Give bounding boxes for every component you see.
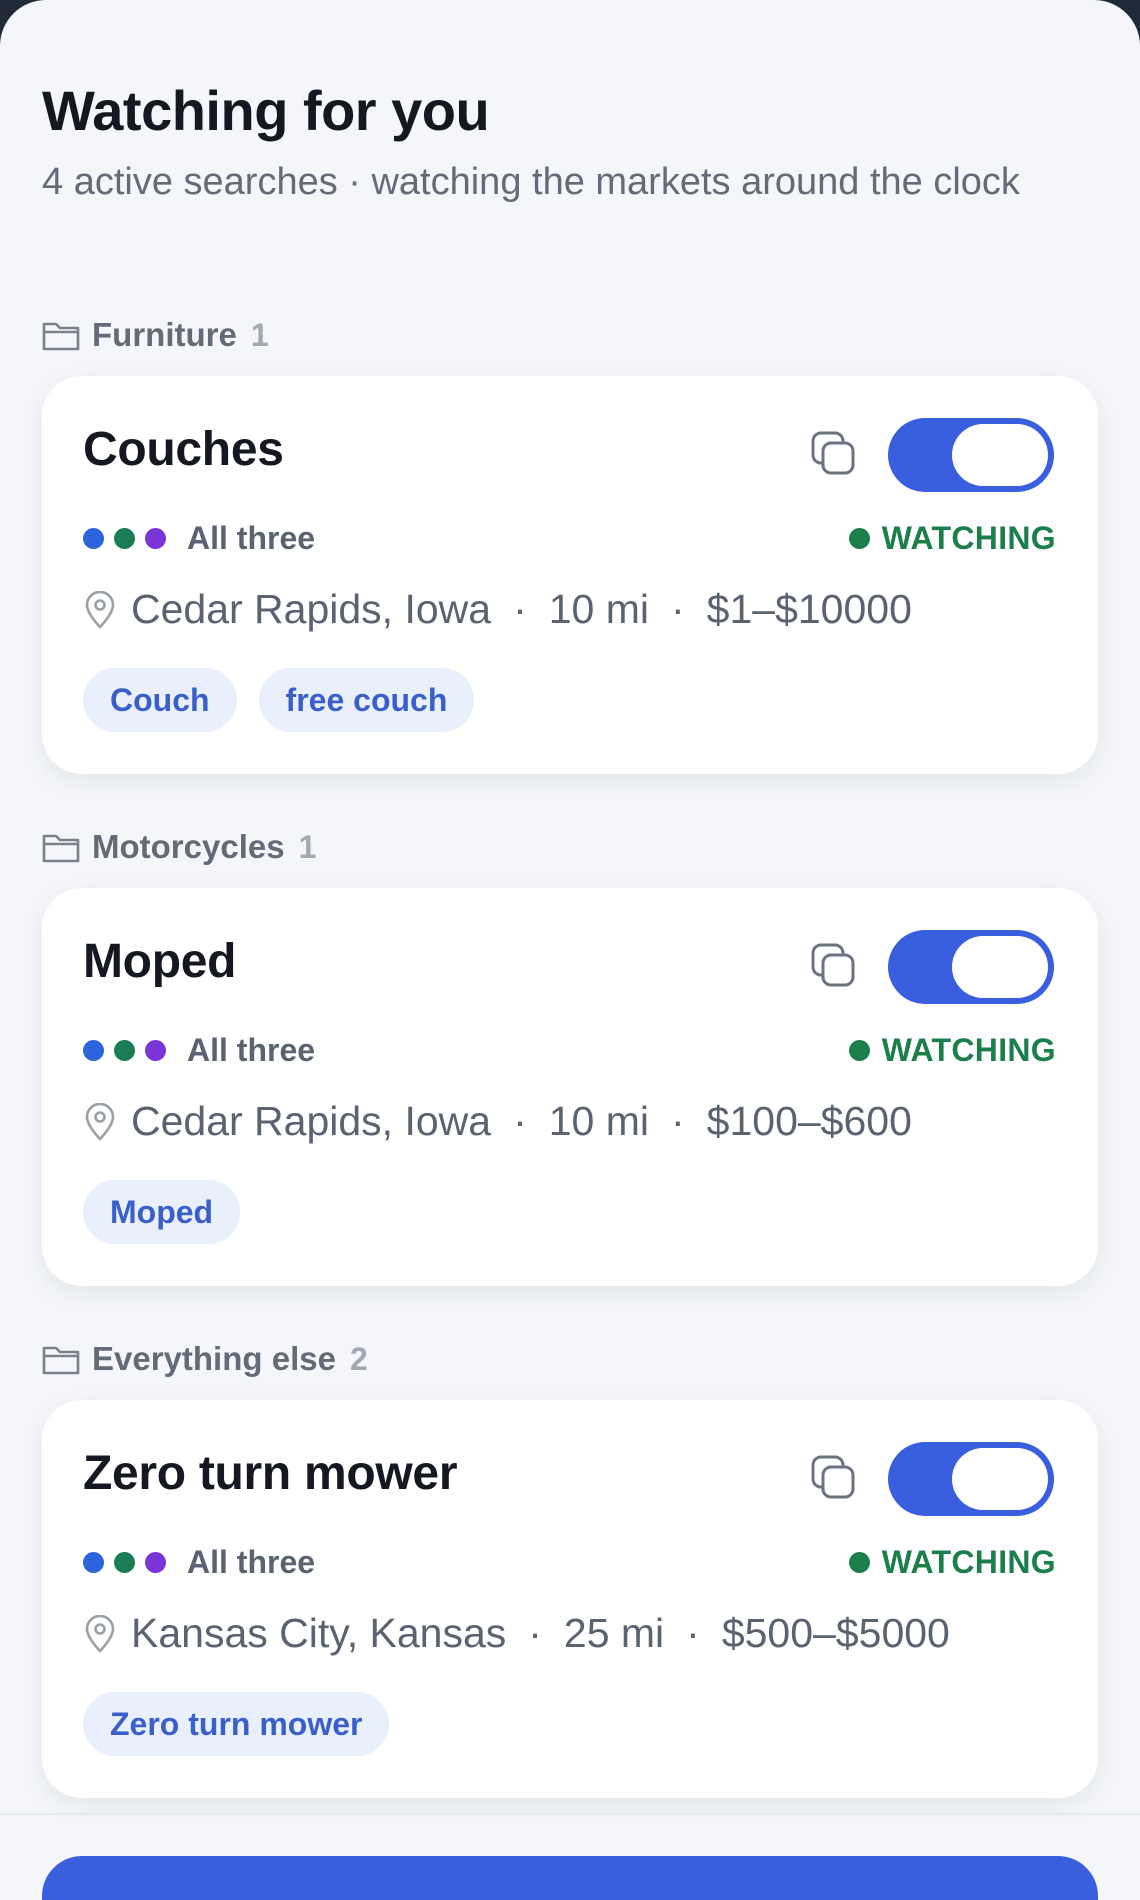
- location-text: Cedar Rapids, Iowa: [131, 1098, 492, 1144]
- radius-text: 10 mi: [548, 586, 649, 632]
- separator: ·: [671, 1098, 685, 1144]
- status-text: WATCHING: [881, 1032, 1056, 1068]
- duplicate-button[interactable]: [808, 1452, 858, 1502]
- group-name: Furniture: [92, 316, 237, 353]
- keyword-chips: Zero turn mower: [83, 1692, 390, 1756]
- status-dot: [848, 1040, 870, 1061]
- status-text: WATCHING: [881, 520, 1056, 556]
- copy-icon: [811, 431, 855, 475]
- separator: ·: [513, 1098, 527, 1144]
- keyword-chips: Moped: [83, 1180, 241, 1244]
- group-name: Everything else: [92, 1340, 336, 1377]
- keyword-chip[interactable]: Moped: [83, 1180, 241, 1244]
- page-subtitle: 4 active searches · watching the markets…: [42, 161, 1020, 203]
- toggle-knob: [952, 1448, 1048, 1510]
- status-badge: WATCHING: [848, 1544, 1056, 1581]
- separator: ·: [528, 1610, 542, 1656]
- location-pin-icon: [85, 1102, 115, 1141]
- radius-text: 25 mi: [563, 1610, 665, 1656]
- group-count: 1: [298, 828, 317, 865]
- watchlist-screen: Watching for you 4 active searches · wat…: [0, 0, 1140, 1900]
- group-name: Motorcycles: [92, 828, 285, 865]
- search-card-moped[interactable]: Moped All three WATCHING Cedar Rapids, I…: [42, 888, 1098, 1286]
- copy-icon: [811, 1455, 855, 1499]
- price-range-text: $1–$10000: [706, 586, 912, 632]
- status-badge: WATCHING: [848, 1032, 1056, 1069]
- radius-text: 10 mi: [548, 1098, 649, 1144]
- search-title: Couches: [83, 423, 284, 476]
- sources-label: All three: [187, 1544, 316, 1580]
- source-dot-green: [114, 1552, 135, 1573]
- keyword-chip[interactable]: free couch: [258, 668, 475, 732]
- source-dot-blue: [83, 1552, 104, 1573]
- group-header-everything-else: Everything else 2: [42, 1335, 368, 1383]
- group-count: 2: [349, 1340, 368, 1377]
- source-dot-blue: [83, 528, 104, 549]
- price-range-text: $500–$5000: [721, 1610, 950, 1656]
- search-title: Moped: [83, 935, 237, 988]
- folder-icon: [42, 322, 80, 351]
- search-details: Cedar Rapids, Iowa · 10 mi · $1–$10000: [83, 586, 912, 633]
- location-text: Kansas City, Kansas: [131, 1610, 507, 1656]
- location-pin-icon: [85, 1614, 115, 1653]
- folder-icon: [42, 1346, 80, 1375]
- group-header-furniture: Furniture 1: [42, 311, 269, 359]
- duplicate-button[interactable]: [808, 428, 858, 478]
- search-title: Zero turn mower: [83, 1447, 458, 1500]
- search-details: Cedar Rapids, Iowa · 10 mi · $100–$600: [83, 1098, 912, 1145]
- group-header-motorcycles: Motorcycles 1: [42, 823, 316, 871]
- source-dots: [83, 1552, 166, 1573]
- source-dots: [83, 528, 166, 549]
- source-dot-purple: [145, 528, 166, 549]
- source-dot-blue: [83, 1040, 104, 1061]
- watch-toggle[interactable]: [888, 1442, 1054, 1516]
- watch-toggle[interactable]: [888, 930, 1054, 1004]
- sources-label: All three: [187, 520, 316, 556]
- separator: ·: [671, 586, 685, 632]
- location-text: Cedar Rapids, Iowa: [131, 586, 492, 632]
- search-details: Kansas City, Kansas · 25 mi · $500–$5000: [83, 1610, 950, 1657]
- keyword-chips: Couch free couch: [83, 668, 475, 732]
- status-badge: WATCHING: [848, 520, 1056, 557]
- search-card-couches[interactable]: Couches All three WATCHING Cedar Rapids,…: [42, 376, 1098, 774]
- source-dot-purple: [145, 1040, 166, 1061]
- duplicate-button[interactable]: [808, 940, 858, 990]
- price-range-text: $100–$600: [706, 1098, 912, 1144]
- source-dots: [83, 1040, 166, 1061]
- copy-icon: [811, 943, 855, 987]
- status-dot: [848, 528, 870, 549]
- source-dot-green: [114, 1040, 135, 1061]
- status-dot: [848, 1552, 870, 1573]
- location-pin-icon: [85, 590, 115, 629]
- watch-toggle[interactable]: [888, 418, 1054, 492]
- sources-label: All three: [187, 1032, 316, 1068]
- separator: ·: [686, 1610, 700, 1656]
- source-dot-purple: [145, 1552, 166, 1573]
- separator: ·: [513, 586, 527, 632]
- source-dot-green: [114, 528, 135, 549]
- search-card-zero-turn-mower[interactable]: Zero turn mower All three WATCHING Kansa…: [42, 1400, 1098, 1798]
- status-text: WATCHING: [881, 1544, 1056, 1580]
- keyword-chip[interactable]: Couch: [83, 668, 237, 732]
- folder-icon: [42, 834, 80, 863]
- bottom-divider: [0, 1813, 1140, 1815]
- toggle-knob: [952, 424, 1048, 486]
- toggle-knob: [952, 936, 1048, 998]
- new-search-button[interactable]: [42, 1856, 1098, 1900]
- group-count: 1: [250, 316, 269, 353]
- keyword-chip[interactable]: Zero turn mower: [83, 1692, 390, 1756]
- page-title: Watching for you: [42, 79, 490, 142]
